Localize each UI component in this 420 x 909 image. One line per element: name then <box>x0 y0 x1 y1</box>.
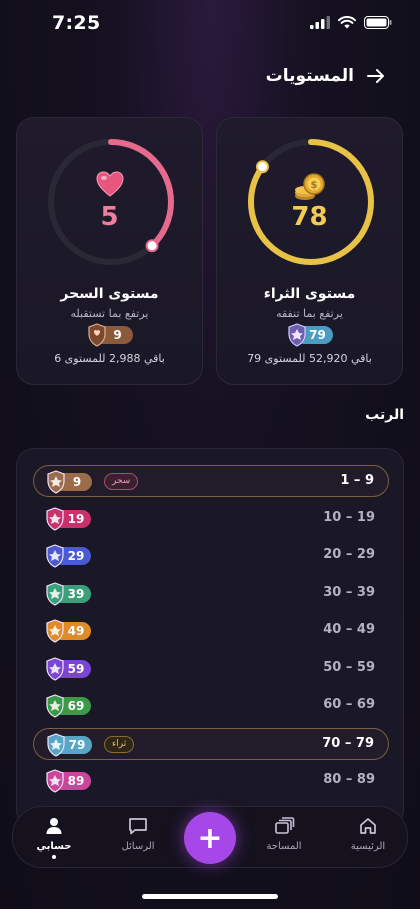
rank-range: 10 – 19 <box>323 509 375 525</box>
rank-row[interactable]: 20 – 29 29 <box>33 540 389 572</box>
rank-range: 80 – 89 <box>323 772 375 787</box>
wealth-level-card[interactable]: $ 78 مستوى الثراء يرتفع بما تنفقه 79 باق… <box>216 117 403 385</box>
signal-icon <box>310 16 330 29</box>
shield-icon <box>46 769 64 793</box>
nav-account[interactable]: حسابي <box>19 815 89 859</box>
wealth-level-badge: 79 <box>287 323 333 347</box>
nav-messages[interactable]: الرسائل <box>103 815 173 852</box>
shield-icon <box>46 656 64 681</box>
status-bar: 7:25 <box>0 0 420 50</box>
magic-level-value: 5 <box>100 202 119 232</box>
nav-space[interactable]: المساحة <box>249 815 319 852</box>
rank-badge: 69 <box>45 694 91 718</box>
shield-icon <box>46 506 64 531</box>
rank-range: 20 – 29 <box>323 547 375 562</box>
back-arrow-icon[interactable] <box>366 66 386 86</box>
wifi-icon <box>338 16 356 29</box>
wealth-level-name: مستوى الثراء <box>263 286 356 302</box>
rank-range: 50 – 59 <box>323 659 375 675</box>
magic-level-desc: يرتفع بما تستقبله <box>70 307 149 320</box>
user-icon <box>46 818 62 834</box>
magic-level-name: مستوى السحر <box>60 286 159 302</box>
rank-range: 60 – 69 <box>323 697 375 712</box>
rank-badge: 9 <box>46 470 92 494</box>
rank-row[interactable]: 50 – 59 59 <box>33 653 389 685</box>
shield-icon <box>46 581 64 606</box>
header: المستويات <box>0 60 420 96</box>
rank-row[interactable]: 10 – 19 19 <box>33 503 389 535</box>
wealth-level-value: 78 <box>291 202 328 232</box>
rank-range: 30 – 39 <box>323 584 375 600</box>
rank-tag: ثراء <box>104 735 135 753</box>
rank-range: 1 – 9 <box>340 473 374 488</box>
rank-badge: 39 <box>45 581 91 606</box>
nav-home[interactable]: الرئيسية <box>333 815 403 852</box>
home-indicator <box>142 894 278 899</box>
rank-row[interactable]: 1 – 9 9 سحر <box>33 465 389 497</box>
status-icons <box>310 16 392 29</box>
magic-level-card[interactable]: 5 مستوى السحر يرتفع بما تستقبله 9 باقي 2… <box>16 117 203 385</box>
rank-badge: 59 <box>45 656 91 681</box>
magic-progress-knob <box>145 239 159 253</box>
home-icon <box>360 818 376 834</box>
shield-icon <box>46 544 64 568</box>
rank-row[interactable]: 30 – 39 39 <box>33 578 389 610</box>
shield-icon <box>47 470 65 494</box>
magic-level-badge: 9 <box>87 323 133 347</box>
page-title: المستويات <box>265 66 354 86</box>
rank-range: 70 – 79 <box>322 735 374 751</box>
rank-badge: 19 <box>45 506 91 531</box>
rank-row[interactable]: 80 – 89 89 <box>33 765 389 797</box>
rank-row[interactable]: 40 – 49 49 <box>33 615 389 647</box>
add-button[interactable]: + <box>184 812 236 864</box>
wealth-remaining: باقي 52,920 للمستوى 79 <box>247 352 372 365</box>
rank-badge: 29 <box>45 544 91 568</box>
magic-remaining: باقي 2,988 للمستوى 6 <box>54 352 165 365</box>
chat-icon <box>129 818 147 835</box>
rank-tag: سحر <box>104 473 139 490</box>
active-indicator <box>52 855 56 859</box>
ranks-title: الرتب <box>365 407 404 423</box>
rank-row[interactable]: 70 – 79 79 ثراء <box>33 727 389 760</box>
shield-icon <box>46 619 64 643</box>
status-time: 7:25 <box>52 12 101 34</box>
heart-icon <box>17 170 202 205</box>
shield-icon <box>46 694 64 718</box>
wealth-level-desc: يرتفع بما تنفقه <box>276 307 343 320</box>
rank-badge: 89 <box>45 769 91 793</box>
layers-icon <box>275 817 295 834</box>
svg-text:$: $ <box>310 180 317 191</box>
rank-badge: 49 <box>45 619 91 643</box>
rank-badge: 79 <box>46 732 92 757</box>
bottom-nav: الرئيسية المساحة + الرسائل حسابي <box>12 806 408 868</box>
rank-range: 40 – 49 <box>323 622 375 637</box>
ranks-list[interactable]: 1 – 9 9 سحر 10 – 19 19 20 – 29 29 30 – 39 39 40 –… <box>16 448 404 828</box>
battery-icon <box>364 16 392 29</box>
rank-row[interactable]: 60 – 69 69 <box>33 690 389 722</box>
shield-icon <box>47 732 65 757</box>
